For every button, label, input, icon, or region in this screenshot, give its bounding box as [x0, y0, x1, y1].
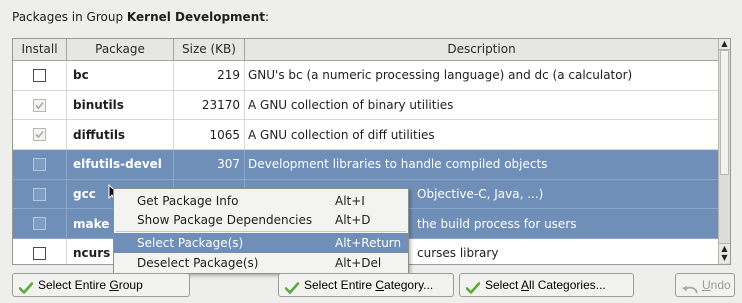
group-title: Packages in Group Kernel Development: [12, 10, 270, 24]
install-checkbox[interactable] [33, 246, 46, 260]
green-checkmark-icon [465, 279, 481, 301]
green-checkmark-icon [284, 279, 300, 301]
install-cell [13, 150, 67, 179]
group-name: Kernel Development [126, 10, 265, 24]
install-cell [13, 120, 67, 150]
package-size-cell: 307 [174, 150, 245, 179]
install-cell [13, 90, 67, 120]
context-menu-item[interactable]: Select Package(s) Alt+Return [114, 233, 408, 253]
table-row[interactable]: bc 219 GNU's bc (a numeric processing lang… [13, 61, 719, 91]
context-menu-item[interactable]: Get Package Info Alt+I [114, 191, 408, 211]
green-checkmark-icon [18, 279, 34, 301]
package-description-cell: Development libraries to handle compiled… [245, 150, 719, 179]
package-size-cell: 219 [174, 61, 245, 90]
install-checkbox[interactable] [33, 157, 46, 171]
vertical-scrollbar[interactable]: ▲ ▲ ▼ [718, 39, 730, 264]
col-install-header[interactable]: Install [13, 39, 67, 60]
col-description-header[interactable]: Description [245, 39, 719, 60]
install-checkbox[interactable] [33, 68, 46, 82]
package-size-cell: 1065 [174, 120, 245, 150]
menu-item-label: Select Package(s) [137, 236, 244, 250]
package-description-cell: A GNU collection of binary utilities [245, 90, 719, 120]
context-menu-item[interactable]: Deselect Package(s) Alt+Del [114, 253, 408, 273]
install-checkbox[interactable] [33, 187, 46, 201]
installed-checkbox[interactable] [33, 98, 46, 112]
table-row[interactable]: elfutils-devel 307 Development libraries t… [13, 150, 719, 180]
install-cell [13, 179, 67, 209]
col-package-header[interactable]: Package [67, 39, 174, 60]
package-name-cell: binutils [67, 90, 174, 120]
package-name-cell: elfutils-devel [67, 150, 174, 179]
installed-checkbox[interactable] [33, 128, 46, 142]
package-name-cell: bc [67, 61, 174, 90]
install-checkbox[interactable] [33, 217, 46, 231]
context-menu-item[interactable]: Show Package Dependencies Alt+D [114, 210, 408, 230]
menu-item-shortcut: Alt+Return [335, 236, 402, 250]
context-menu[interactable]: Get Package Info Alt+I Show Package Depend… [113, 188, 409, 274]
package-name-cell: diffutils [67, 120, 174, 150]
table-row[interactable]: binutils 23170 A GNU collection of binary … [13, 90, 719, 121]
select-entire-category-button[interactable]: Select Entire Category... [278, 273, 454, 297]
menu-separator [116, 231, 406, 232]
menu-item-shortcut: Alt+D [335, 213, 371, 227]
select-entire-group-button[interactable]: Select Entire Group [12, 273, 190, 297]
select-all-categories-button[interactable]: Select All Categories... [459, 273, 634, 297]
scroll-up-arrow-icon[interactable]: ▲ [719, 39, 730, 50]
package-description-cell: A GNU collection of diff utilities [245, 120, 719, 150]
undo-button[interactable]: Undo [675, 273, 735, 297]
menu-item-label: Get Package Info [137, 194, 239, 208]
undo-arrow-icon [681, 280, 699, 302]
menu-item-label: Show Package Dependencies [137, 213, 313, 227]
scrollbar-thumb[interactable] [720, 50, 729, 175]
install-cell [13, 239, 67, 264]
table-header: Install Package Size (KB) Description [13, 39, 719, 61]
menu-item-label: Deselect Package(s) [137, 256, 259, 270]
menu-item-shortcut: Alt+Del [335, 256, 382, 270]
menu-item-shortcut: Alt+I [335, 194, 365, 208]
install-cell [13, 209, 67, 239]
scroll-down-arrow-icon[interactable]: ▼ [719, 253, 730, 263]
package-description-cell: GNU's bc (a numeric processing language)… [245, 61, 719, 90]
col-size-header[interactable]: Size (KB) [174, 39, 245, 60]
table-row[interactable]: diffutils 1065 A GNU collection of diff ut… [13, 120, 719, 151]
package-size-cell: 23170 [174, 90, 245, 120]
install-cell [13, 61, 67, 90]
